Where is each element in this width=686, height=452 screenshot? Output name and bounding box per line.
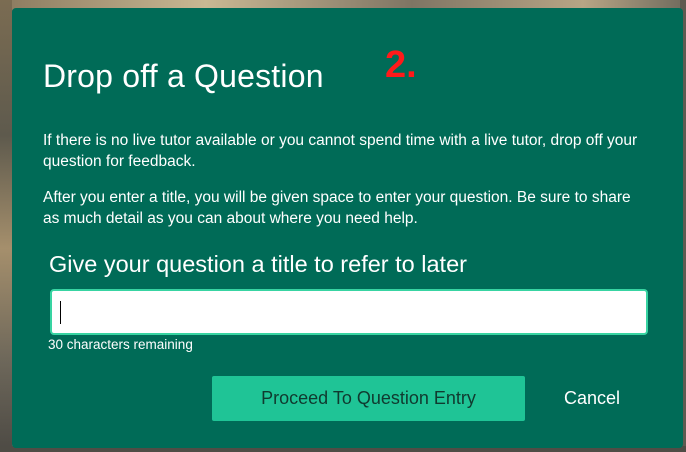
question-title-input[interactable] (50, 289, 648, 335)
proceed-to-question-entry-button[interactable]: Proceed To Question Entry (212, 376, 525, 421)
question-title-label: Give your question a title to refer to l… (49, 251, 467, 277)
text-caret (60, 301, 61, 324)
instructions-paragraph: After you enter a title, you will be giv… (43, 189, 631, 227)
dialog-title: Drop off a Question (43, 58, 324, 94)
characters-remaining-counter: 30 characters remaining (48, 337, 193, 352)
background-strip-left (0, 0, 12, 452)
drop-off-question-dialog: Drop off a Question 2. If there is no li… (12, 8, 683, 448)
cancel-button[interactable]: Cancel (548, 376, 636, 421)
intro-paragraph: If there is no live tutor available or y… (43, 132, 638, 170)
step-marker-annotation: 2. (385, 44, 417, 86)
